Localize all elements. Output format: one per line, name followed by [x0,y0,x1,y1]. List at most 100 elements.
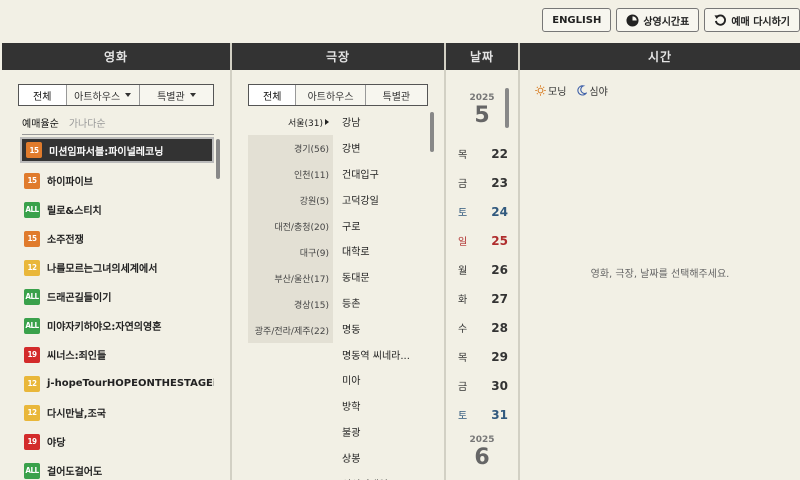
region-item[interactable]: 대구(9) [248,239,333,265]
sort-by-name[interactable]: 가나다순 [69,115,106,130]
theater-tab-group: 전체 아트하우스 특별관 [248,84,428,106]
weekday-label: 토 [458,208,468,219]
theater-item[interactable]: 미아 [342,367,424,393]
theater-item[interactable]: 건대입구 [342,161,424,187]
theater-item[interactable]: 상봉 [342,444,424,470]
movie-title: 야당 [47,438,66,449]
region-item[interactable]: 경기(56) [248,135,333,161]
refresh-icon [714,14,727,26]
movie-item[interactable]: ALL 미야자키하야오:자연의영혼 [20,311,214,340]
age-rating-badge: 15 [24,230,40,247]
select-prompt-message: 영화, 극장, 날짜를 선택해주세요. [590,269,730,280]
theater-item[interactable]: 등촌 [342,290,424,316]
movie-item[interactable]: 12 나를모르는그녀의세계에서 [20,253,214,282]
movie-item[interactable]: 12 다시만날,조국 [20,398,214,427]
movie-scrollbar[interactable] [216,139,220,179]
month-label: 6 [474,445,490,470]
theater-item[interactable]: 성신여대입구 [342,470,424,480]
theater-item[interactable]: 명동역 씨네라... [342,341,424,367]
movie-item[interactable]: 19 씨너스:죄인들 [20,340,214,369]
theater-header: 극장 [232,43,444,70]
date-scrollbar[interactable] [505,88,509,128]
movie-title: 씨너스:죄인들 [47,351,107,362]
schedule-button[interactable]: 상영시간표 [616,8,700,32]
region-item[interactable]: 서울(31) [248,109,333,135]
date-item[interactable]: 금 30 [458,371,508,400]
tab-theater-arthouse[interactable]: 아트하우스 [296,85,366,105]
region-item[interactable]: 강원(5) [248,187,333,213]
theater-item[interactable]: 강변 [342,135,424,161]
theater-item[interactable]: 구로 [342,212,424,238]
date-item[interactable]: 목 22 [458,139,508,168]
day-number: 24 [491,204,508,219]
date-item[interactable]: 화 27 [458,284,508,313]
date-item[interactable]: 목 29 [458,342,508,371]
theater-item[interactable]: 명동 [342,315,424,341]
english-button[interactable]: ENGLISH [542,8,612,32]
theater-list: 강남 강변 건대입구 고덕강일 구로 대학로 동대문 등촌 명동 명동역 씨네라... 미아 방학 불광… [342,109,424,480]
region-item[interactable]: 인천(11) [248,161,333,187]
movie-item[interactable]: ALL 드래곤길들이기 [20,282,214,311]
weekday-label: 수 [458,324,468,335]
date-item[interactable]: 일 25 [458,226,508,255]
english-label: ENGLISH [552,14,602,26]
weekday-label: 목 [458,353,468,364]
movie-item[interactable]: 15 미션임파서블:파이널레코닝 [20,137,214,163]
date-item[interactable]: 토 24 [458,197,508,226]
theater-item[interactable]: 불광 [342,419,424,445]
theater-item[interactable]: 동대문 [342,264,424,290]
reset-label: 예매 다시하기 [731,16,790,28]
day-number: 22 [491,146,508,161]
region-item[interactable]: 광주/전라/제주(22) [248,317,333,343]
morning-legend: 모닝 [535,83,566,98]
weekday-label: 금 [458,382,468,393]
movie-item[interactable]: 15 소주전쟁 [20,224,214,253]
day-number: 25 [491,233,508,248]
theater-item[interactable]: 방학 [342,393,424,419]
date-item[interactable]: 금 23 [458,168,508,197]
time-section: 시간 모닝 심야 영화, 극장, 날짜를 선택해주세요. [520,43,800,480]
movie-item[interactable]: 15 하이파이브 [20,166,214,195]
theater-item[interactable]: 고덕강일 [342,186,424,212]
tab-movie-special[interactable]: 특별관 [140,85,213,105]
reset-booking-button[interactable]: 예매 다시하기 [704,8,800,32]
movie-title: 걸어도걸어도 [47,467,103,478]
movie-title: j-hopeTourHOPEONTHESTAGEinJ... [47,378,214,389]
theater-item[interactable]: 강남 [342,109,424,135]
weekday-label: 목 [458,150,468,161]
tab-movie-arthouse[interactable]: 아트하우스 [67,85,140,105]
caret-down-icon [125,93,132,97]
weekday-label: 화 [458,295,468,306]
moon-icon [577,85,588,96]
age-rating-badge: 12 [24,404,40,421]
movie-title: 나를모르는그녀의세계에서 [47,264,158,275]
clock-icon [626,13,639,27]
day-number: 26 [491,262,508,277]
tab-movie-all[interactable]: 전체 [19,85,67,105]
tab-theater-all[interactable]: 전체 [249,85,297,105]
region-item[interactable]: 대전/충청(20) [248,213,333,239]
movie-item[interactable]: 12 j-hopeTourHOPEONTHESTAGEinJ... [20,369,214,398]
sun-icon [535,85,546,96]
movie-list: 15 미션임파서블:파이널레코닝 15 하이파이브 ALL 릴로&스티치 15 소주전쟁 12 나… [20,137,214,480]
region-item[interactable]: 부산/울산(17) [248,265,333,291]
weekday-label: 일 [458,237,468,248]
time-legend: 모닝 심야 [535,83,608,98]
movie-item[interactable]: 19 야당 [20,427,214,456]
movie-item[interactable]: ALL 걸어도걸어도 [20,456,214,480]
movie-title: 다시만날,조국 [47,409,106,420]
theater-section: 극장 전체 아트하우스 특별관 서울(31) 경기(56) 인천(11) 강원(5) 대… [232,43,444,480]
theater-scrollbar[interactable] [430,112,434,152]
date-item[interactable]: 수 28 [458,313,508,342]
sort-by-rate[interactable]: 예매율순 [22,115,59,130]
age-rating-badge: ALL [24,462,40,479]
movie-item[interactable]: ALL 릴로&스티치 [20,195,214,224]
day-number: 30 [491,378,508,393]
date-item[interactable]: 월 26 [458,255,508,284]
date-item[interactable]: 토 31 [458,400,508,429]
age-rating-badge: 12 [24,259,40,276]
movie-title: 드래곤길들이기 [47,293,112,304]
region-item[interactable]: 경상(15) [248,291,333,317]
theater-item[interactable]: 대학로 [342,238,424,264]
tab-theater-special[interactable]: 특별관 [366,85,427,105]
